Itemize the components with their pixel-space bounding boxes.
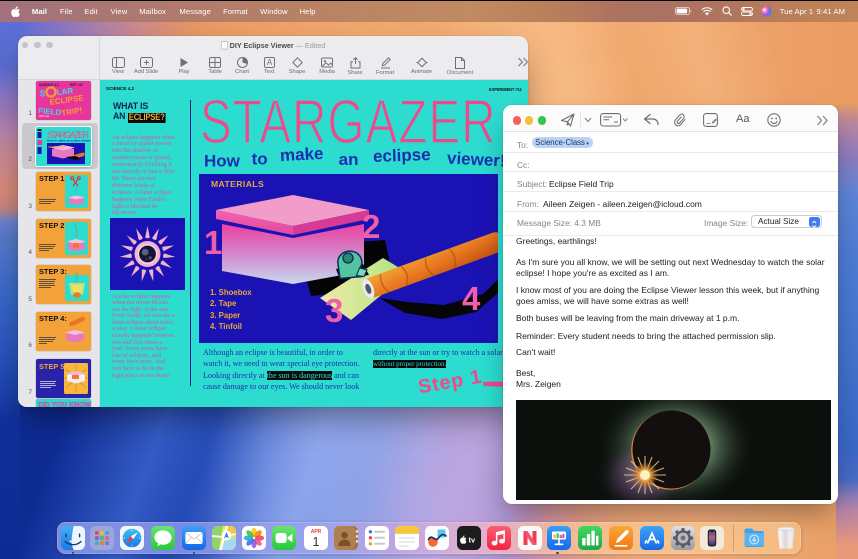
svg-text:STEP 3:: STEP 3: — [39, 267, 67, 276]
svg-text:STEP 2:: STEP 2: — [39, 221, 67, 230]
svg-text:4: 4 — [462, 280, 481, 317]
svg-text:1: 1 — [312, 535, 319, 549]
svg-text:STEP 5:: STEP 5: — [39, 362, 67, 371]
svg-text:S: S — [38, 88, 45, 99]
svg-text:TRIP!: TRIP! — [60, 105, 82, 117]
svg-text:2: 2 — [362, 208, 380, 245]
svg-text:With Lisa: With Lisa — [39, 115, 50, 118]
svg-text:STEP 4:: STEP 4: — [39, 314, 67, 323]
svg-text:DID YOU KNOW: DID YOU KNOW — [38, 402, 91, 407]
svg-text:STEP 1:: STEP 1: — [39, 174, 67, 183]
svg-text:SCIENCE 4.2: SCIENCE 4.2 — [39, 83, 59, 87]
svg-text:MATERIALS: MATERIALS — [48, 145, 64, 149]
svg-text:How to make an eclipse viewer!: How to make an eclipse viewer! — [47, 138, 91, 142]
svg-text:A: A — [266, 58, 272, 67]
svg-text:1: 1 — [204, 224, 222, 261]
svg-text:3: 3 — [325, 292, 343, 329]
svg-text:tv: tv — [468, 535, 475, 544]
